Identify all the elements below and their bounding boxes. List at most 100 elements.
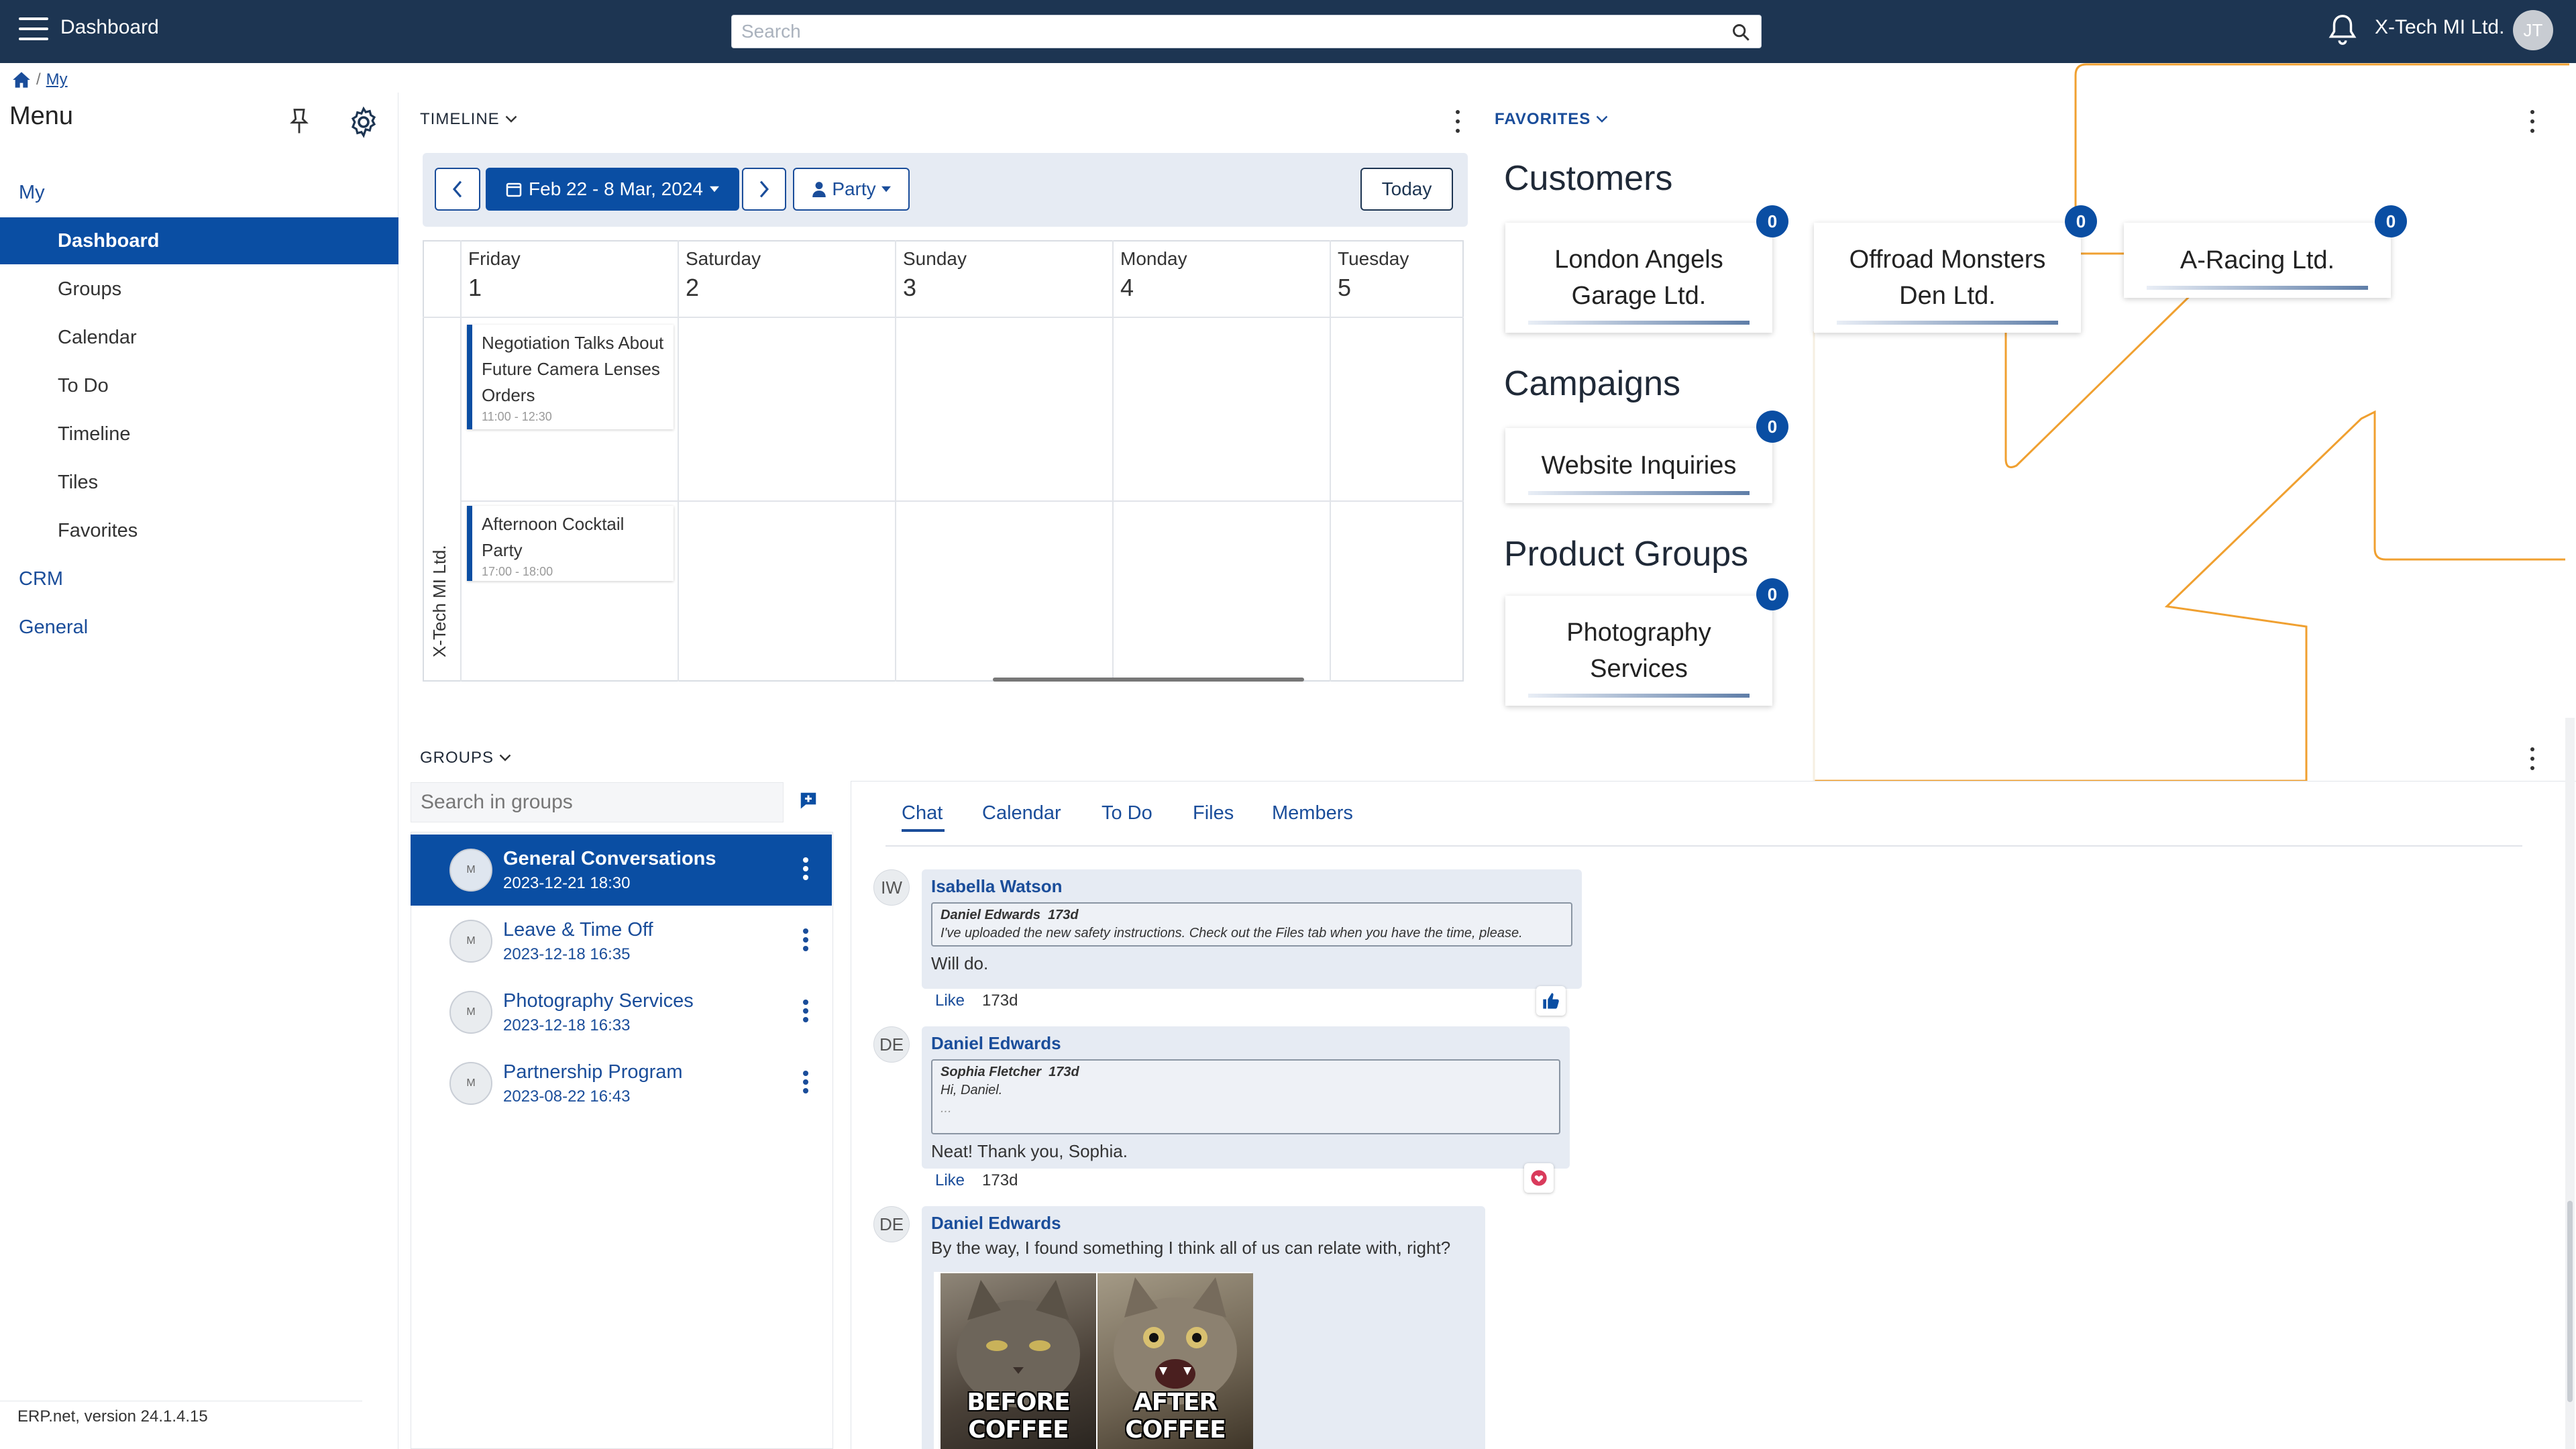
sidebar-item-timeline[interactable]: Timeline: [0, 411, 398, 458]
product-groups-heading: Product Groups: [1504, 535, 1749, 574]
favorite-card[interactable]: Offroad Monsters Den Ltd.: [1814, 223, 2081, 333]
message-text: Neat! Thank you, Sophia.: [931, 1141, 1128, 1161]
day-number: 4: [1120, 274, 1134, 301]
next-button[interactable]: [742, 168, 786, 211]
like-link[interactable]: Like: [935, 991, 965, 1010]
pin-icon[interactable]: [287, 107, 311, 136]
bell-icon[interactable]: [2326, 13, 2359, 47]
avatar: DE: [873, 1026, 910, 1063]
tab-calendar[interactable]: Calendar: [982, 802, 1061, 824]
group-search-input[interactable]: Search in groups: [411, 782, 784, 822]
group-item[interactable]: M Leave & Time Off 2023-12-18 16:35: [411, 906, 832, 977]
party-filter-button[interactable]: Party: [793, 168, 910, 211]
home-icon[interactable]: [12, 71, 31, 89]
quote-more: ...: [941, 1101, 952, 1116]
like-link[interactable]: Like: [935, 1171, 965, 1190]
avatar: IW: [873, 869, 910, 906]
sidebar-item-calendar[interactable]: Calendar: [0, 314, 398, 361]
person-icon: [812, 182, 826, 197]
customers-heading: Customers: [1504, 159, 1673, 198]
image-caption: AFTER COFFEE: [1125, 1389, 1226, 1444]
menu-title: Menu: [9, 102, 74, 130]
sidebar-item-my[interactable]: My: [0, 169, 398, 216]
party-filter-label: Party: [832, 178, 876, 199]
day-name: Tuesday: [1338, 248, 1409, 269]
quote-author: Sophia Fletcher: [941, 1065, 1042, 1079]
message-author[interactable]: Daniel Edwards: [931, 1213, 1476, 1234]
sidebar-item-dashboard[interactable]: Dashboard: [0, 217, 398, 264]
timeline-more-icon[interactable]: [1454, 110, 1461, 133]
timeline-scrollbar[interactable]: [993, 678, 1304, 682]
group-avatar: M: [449, 849, 492, 892]
groups-more-icon[interactable]: [2529, 747, 2536, 770]
groups-header[interactable]: GROUPS: [420, 749, 511, 767]
group-avatar: M: [449, 920, 492, 963]
tab-to-do[interactable]: To Do: [1102, 802, 1152, 824]
group-item[interactable]: M Photography Services 2023-12-18 16:33: [411, 977, 832, 1048]
chevron-left-icon: [452, 180, 462, 198]
card-bar: [2147, 286, 2368, 290]
favorites-more-icon[interactable]: [2529, 110, 2536, 133]
message-author[interactable]: Daniel Edwards: [931, 1033, 1560, 1054]
favorite-card[interactable]: Photography Services: [1505, 596, 1772, 706]
sidebar-item-tiles[interactable]: Tiles: [0, 459, 398, 506]
card-label: Offroad Monsters Den Ltd.: [1849, 246, 2046, 310]
sidebar-item-general[interactable]: General: [0, 604, 398, 651]
cat-image-after: AFTER COFFEE: [1097, 1273, 1253, 1449]
timeline-header[interactable]: TIMELINE: [420, 110, 517, 129]
message-text: Will do.: [931, 953, 989, 973]
sidebar-item-to-do[interactable]: To Do: [0, 362, 398, 409]
quote-text: Hi, Daniel.: [941, 1083, 1003, 1097]
favorites-header[interactable]: FAVORITES: [1495, 110, 1608, 129]
breadcrumb: / My: [12, 70, 68, 90]
cat-face-icon: [1114, 1277, 1237, 1405]
prev-button[interactable]: [435, 168, 480, 211]
count-badge: 0: [1756, 205, 1788, 237]
chevron-down-icon: [505, 115, 517, 123]
group-more-icon[interactable]: [802, 1000, 809, 1022]
timeline-event[interactable]: Negotiation Talks About Future Camera Le…: [467, 325, 674, 429]
group-more-icon[interactable]: [802, 857, 809, 880]
group-name: Photography Services: [503, 989, 694, 1012]
user-avatar[interactable]: JT: [2513, 10, 2553, 50]
day-header-saturday: Saturday 2: [678, 240, 895, 317]
sidebar-item-favorites[interactable]: Favorites: [0, 507, 398, 554]
thumbs-up-icon[interactable]: [1536, 986, 1566, 1016]
sidebar-item-crm[interactable]: CRM: [0, 555, 398, 602]
new-group-icon[interactable]: [798, 790, 818, 810]
favorite-card[interactable]: Website Inquiries: [1505, 428, 1772, 503]
day-number: 5: [1338, 274, 1352, 301]
heart-icon[interactable]: [1524, 1163, 1554, 1193]
group-date: 2023-12-18 16:33: [503, 1016, 631, 1034]
tab-files[interactable]: Files: [1193, 802, 1234, 824]
card-label: A-Racing Ltd.: [2180, 246, 2335, 274]
search-input[interactable]: [740, 15, 1715, 48]
image-caption: BEFORE COFFEE: [967, 1389, 1071, 1444]
sidebar-item-groups[interactable]: Groups: [0, 266, 398, 313]
today-button[interactable]: Today: [1360, 168, 1453, 211]
global-search[interactable]: [731, 15, 1762, 48]
group-item[interactable]: M General Conversations 2023-12-21 18:30: [411, 835, 832, 906]
card-bar: [1837, 321, 2058, 325]
day-name: Saturday: [686, 248, 761, 269]
favorite-card[interactable]: London Angels Garage Ltd.: [1505, 223, 1772, 333]
gear-icon[interactable]: [347, 106, 380, 138]
tab-members[interactable]: Members: [1272, 802, 1353, 824]
breadcrumb-my-link[interactable]: My: [46, 70, 68, 89]
chat-scrollbar[interactable]: [2565, 718, 2575, 1449]
timeline-event[interactable]: Afternoon Cocktail Party 17:00 - 18:00: [467, 506, 674, 581]
tab-chat[interactable]: Chat: [902, 802, 943, 824]
chat-image[interactable]: BEFORE COFFEE AFTER COFFEE: [934, 1272, 1253, 1449]
group-item[interactable]: M Partnership Program 2023-08-22 16:43: [411, 1048, 832, 1119]
date-range-button[interactable]: Feb 22 - 8 Mar, 2024: [486, 168, 739, 211]
message-author[interactable]: Isabella Watson: [931, 876, 1572, 897]
card-label: Website Inquiries: [1541, 451, 1737, 480]
day-header-sunday: Sunday 3: [895, 240, 1112, 317]
search-icon[interactable]: [1731, 23, 1750, 42]
favorite-card[interactable]: A-Racing Ltd.: [2124, 223, 2391, 298]
group-more-icon[interactable]: [802, 928, 809, 951]
group-more-icon[interactable]: [802, 1071, 809, 1093]
cat-image-before: BEFORE COFFEE: [941, 1273, 1096, 1449]
company-name[interactable]: X-Tech MI Ltd.: [2375, 16, 2504, 39]
hamburger-menu-icon[interactable]: [19, 17, 48, 40]
